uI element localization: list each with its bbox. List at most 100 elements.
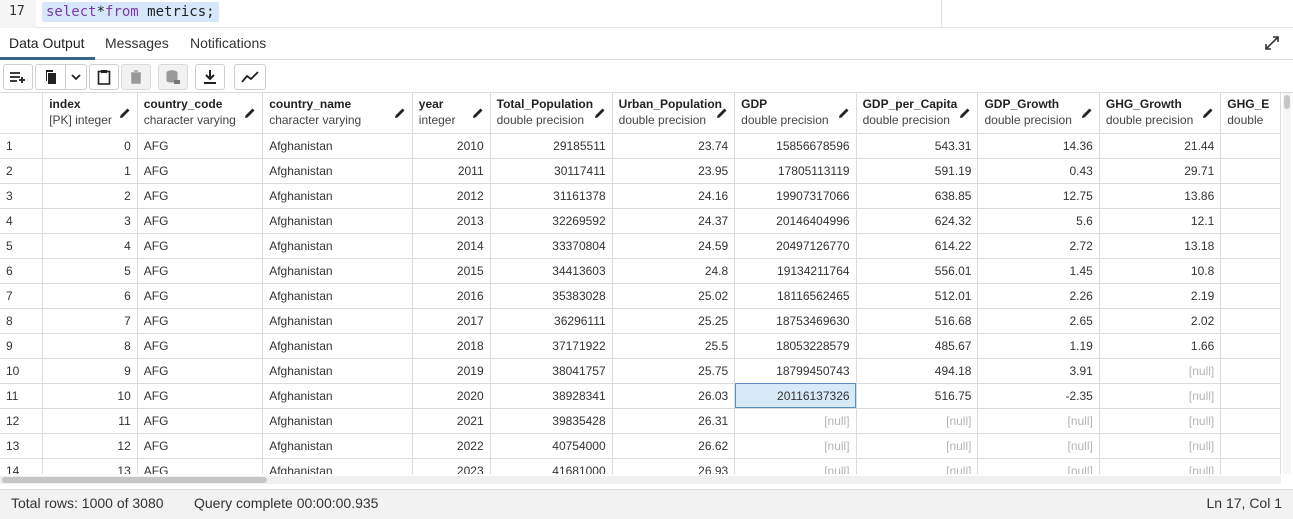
column-header[interactable]: GDP_Growth double precision <box>977 93 1100 134</box>
table-cell[interactable]: Afghanistan <box>262 183 413 209</box>
table-cell[interactable] <box>1220 183 1281 209</box>
table-row[interactable]: 7 6 AFG Afghanistan 2016 35383028 25.02 1811656… <box>0 283 1281 309</box>
table-cell[interactable]: AFG <box>137 258 264 284</box>
table-cell[interactable]: [null] <box>977 433 1100 459</box>
table-cell[interactable]: 13 <box>42 458 138 474</box>
table-cell[interactable]: 6 <box>42 283 138 309</box>
table-cell[interactable]: 32269592 <box>490 208 613 234</box>
table-cell[interactable]: 19907317066 <box>734 183 857 209</box>
table-cell[interactable]: 18753469630 <box>734 308 857 334</box>
table-cell[interactable]: Afghanistan <box>262 433 413 459</box>
table-cell[interactable]: 1.19 <box>977 333 1100 359</box>
vertical-scroll-thumb[interactable] <box>1284 95 1290 109</box>
table-cell[interactable] <box>1220 133 1281 159</box>
table-cell[interactable]: [null] <box>1099 358 1222 384</box>
table-cell[interactable]: 1.66 <box>1099 333 1222 359</box>
table-cell[interactable] <box>1220 458 1281 474</box>
tab-notifications[interactable]: Notifications <box>190 35 266 51</box>
table-cell[interactable]: AFG <box>137 458 264 474</box>
table-cell[interactable]: AFG <box>137 358 264 384</box>
table-cell[interactable]: AFG <box>137 233 264 259</box>
table-cell[interactable]: -2.35 <box>977 383 1100 409</box>
table-cell[interactable] <box>1220 433 1281 459</box>
edit-pencil-icon[interactable] <box>1202 107 1214 119</box>
table-cell[interactable]: 38041757 <box>490 358 613 384</box>
horizontal-scrollbar[interactable] <box>0 476 1281 484</box>
table-cell[interactable]: 1 <box>42 158 138 184</box>
table-row[interactable]: 14 13 AFG Afghanistan 2023 41681000 26.93 [null… <box>0 458 1281 474</box>
column-header[interactable]: GDP_per_Capita double precision <box>856 93 979 134</box>
table-cell[interactable]: Afghanistan <box>262 308 413 334</box>
table-cell[interactable]: 2022 <box>412 433 491 459</box>
table-cell[interactable]: 13.18 <box>1099 233 1222 259</box>
table-cell[interactable]: 8 <box>42 333 138 359</box>
table-cell[interactable]: Afghanistan <box>262 383 413 409</box>
table-cell[interactable]: 37171922 <box>490 333 613 359</box>
table-cell[interactable] <box>1220 333 1281 359</box>
table-cell[interactable]: 2021 <box>412 408 491 434</box>
table-cell[interactable]: 2.72 <box>977 233 1100 259</box>
table-cell[interactable]: 15856678596 <box>734 133 857 159</box>
table-cell[interactable]: 494.18 <box>856 358 979 384</box>
table-cell[interactable]: 2.65 <box>977 308 1100 334</box>
table-cell[interactable]: 0 <box>42 133 138 159</box>
selected-cell[interactable]: 20116137326 <box>734 383 857 409</box>
edit-pencil-icon[interactable] <box>1081 107 1093 119</box>
horizontal-scroll-thumb[interactable] <box>2 477 267 483</box>
table-cell[interactable] <box>1220 158 1281 184</box>
graph-visualiser-button[interactable] <box>234 64 266 90</box>
edit-pencil-icon[interactable] <box>716 107 728 119</box>
edit-pencil-icon[interactable] <box>594 107 606 119</box>
table-cell[interactable]: 21.44 <box>1099 133 1222 159</box>
table-cell[interactable]: AFG <box>137 283 264 309</box>
table-cell[interactable]: 29.71 <box>1099 158 1222 184</box>
table-row[interactable]: 3 2 AFG Afghanistan 2012 31161378 24.16 1990731… <box>0 183 1281 209</box>
table-cell[interactable]: Afghanistan <box>262 333 413 359</box>
table-cell[interactable]: AFG <box>137 333 264 359</box>
table-cell[interactable]: Afghanistan <box>262 233 413 259</box>
table-cell[interactable]: 516.68 <box>856 308 979 334</box>
table-cell[interactable]: [null] <box>734 408 857 434</box>
table-cell[interactable]: 9 <box>42 358 138 384</box>
delete-button[interactable] <box>121 64 151 90</box>
table-cell[interactable]: 2011 <box>412 158 491 184</box>
table-cell[interactable]: AFG <box>137 158 264 184</box>
table-cell[interactable]: 2019 <box>412 358 491 384</box>
table-cell[interactable]: 10.8 <box>1099 258 1222 284</box>
table-cell[interactable] <box>1220 383 1281 409</box>
column-header[interactable]: GHG_E double <box>1220 93 1281 134</box>
table-cell[interactable]: 2 <box>42 183 138 209</box>
edit-pencil-icon[interactable] <box>472 107 484 119</box>
table-cell[interactable]: 5 <box>42 258 138 284</box>
table-cell[interactable]: 1.45 <box>977 258 1100 284</box>
table-cell[interactable]: 2020 <box>412 383 491 409</box>
table-cell[interactable]: 2010 <box>412 133 491 159</box>
table-cell[interactable]: AFG <box>137 133 264 159</box>
query-text[interactable]: select*from metrics; <box>42 2 219 22</box>
table-cell[interactable]: 20146404996 <box>734 208 857 234</box>
table-cell[interactable]: 5.6 <box>977 208 1100 234</box>
paste-button[interactable] <box>89 64 119 90</box>
table-row[interactable]: 5 4 AFG Afghanistan 2014 33370804 24.59 2049712… <box>0 233 1281 259</box>
table-cell[interactable]: 14.36 <box>977 133 1100 159</box>
table-cell[interactable] <box>1220 308 1281 334</box>
table-cell[interactable]: 24.16 <box>612 183 736 209</box>
table-cell[interactable]: 25.25 <box>612 308 736 334</box>
table-row[interactable]: 12 11 AFG Afghanistan 2021 39835428 26.31 [null… <box>0 408 1281 434</box>
table-cell[interactable]: 485.67 <box>856 333 979 359</box>
table-cell[interactable]: 26.31 <box>612 408 736 434</box>
table-cell[interactable]: 2018 <box>412 333 491 359</box>
column-header[interactable]: country_code character varying <box>137 93 264 134</box>
table-cell[interactable]: [null] <box>1099 433 1222 459</box>
edit-pencil-icon[interactable] <box>838 107 850 119</box>
table-cell[interactable]: 18799450743 <box>734 358 857 384</box>
table-cell[interactable]: Afghanistan <box>262 408 413 434</box>
table-cell[interactable]: AFG <box>137 408 264 434</box>
table-cell[interactable]: [null] <box>856 433 979 459</box>
table-cell[interactable]: [null] <box>1099 408 1222 434</box>
tab-data-output[interactable]: Data Output <box>9 35 85 51</box>
table-cell[interactable]: 2016 <box>412 283 491 309</box>
edit-pencil-icon[interactable] <box>959 107 971 119</box>
table-cell[interactable]: 614.22 <box>856 233 979 259</box>
table-cell[interactable]: 2.26 <box>977 283 1100 309</box>
